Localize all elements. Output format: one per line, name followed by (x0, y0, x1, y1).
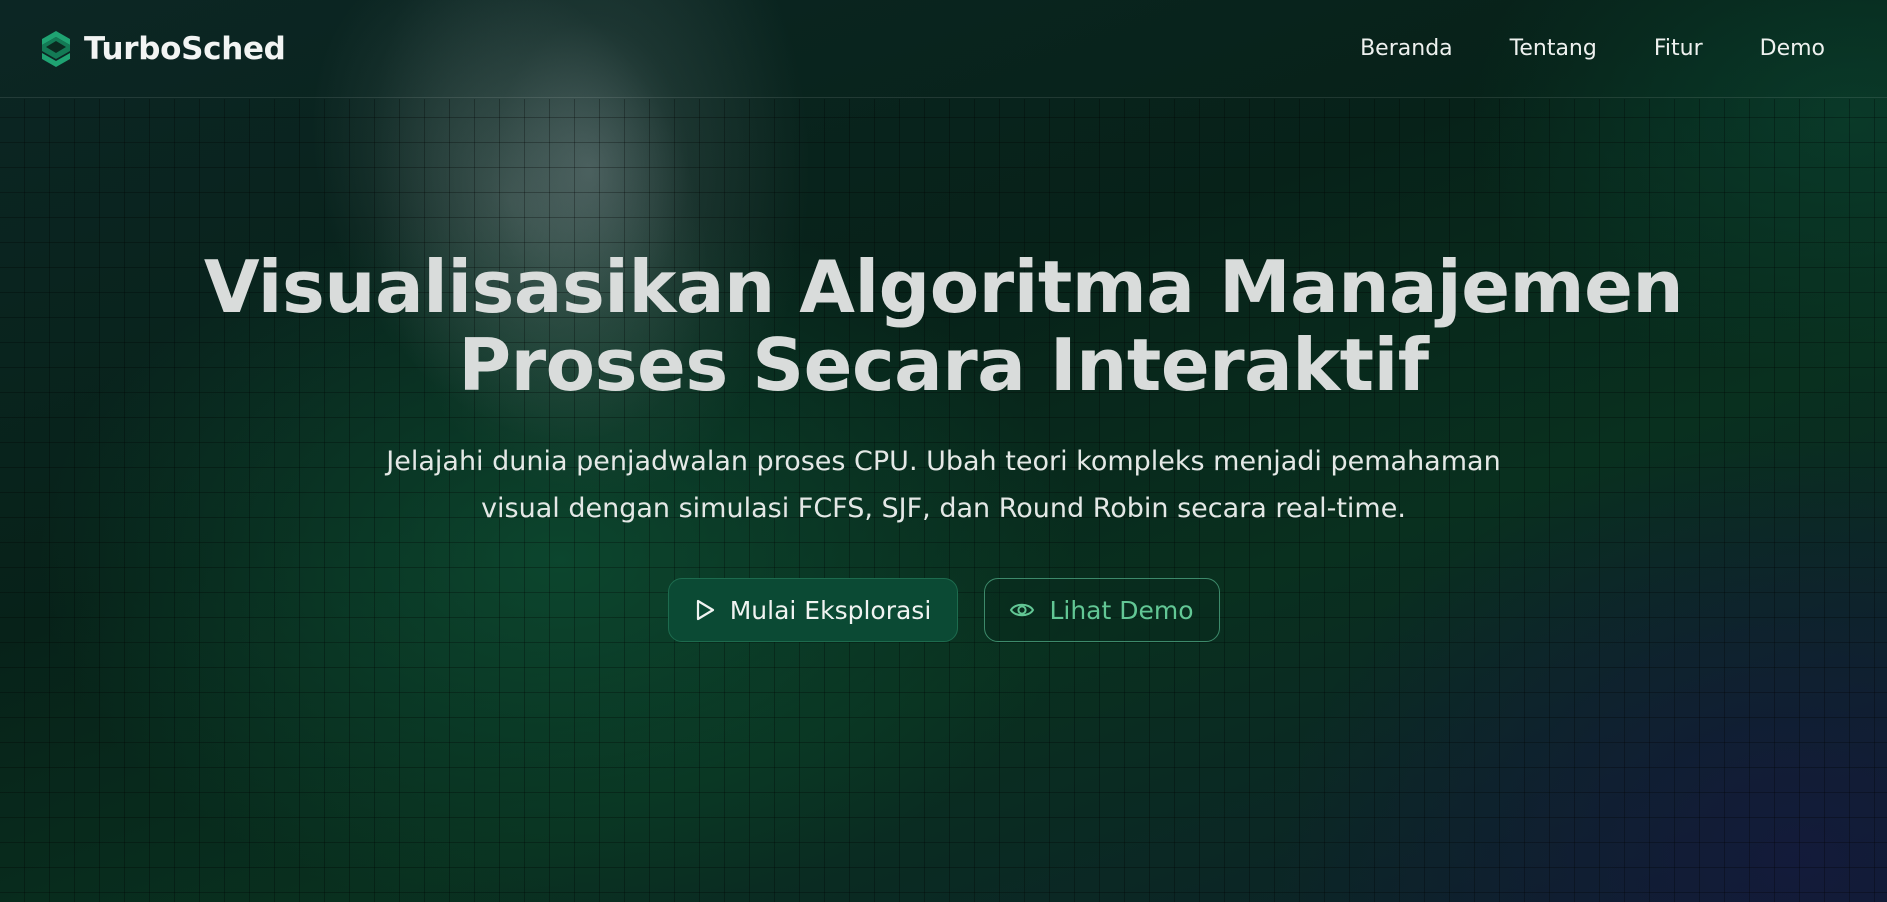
hero-title-line-2: Proses Secara Interaktif (458, 323, 1429, 407)
nav-item-fitur[interactable]: Fitur (1654, 36, 1703, 61)
brand-logo-link[interactable]: TurboSched (40, 30, 286, 68)
start-exploration-button[interactable]: Mulai Eksplorasi (667, 578, 958, 642)
hero-subtitle-line-1: Jelajahi dunia penjadwalan proses CPU. U… (386, 446, 1501, 477)
hero-title-line-1: Visualisasikan Algoritma Manajemen (203, 245, 1684, 329)
nav-item-tentang[interactable]: Tentang (1510, 36, 1597, 61)
play-icon (694, 598, 716, 622)
nav-item-beranda[interactable]: Beranda (1360, 36, 1453, 61)
top-navbar: TurboSched Beranda Tentang Fitur Demo (0, 0, 1887, 98)
brand-name: TurboSched (84, 30, 286, 67)
hero-actions: Mulai Eksplorasi Lihat Demo (0, 578, 1887, 642)
logo-icon (40, 30, 72, 68)
hero-section: Visualisasikan Algoritma Manajemen Prose… (0, 248, 1887, 642)
hero-subtitle-line-2: visual dengan simulasi FCFS, SJF, dan Ro… (481, 493, 1406, 524)
view-demo-button[interactable]: Lihat Demo (983, 578, 1220, 642)
main-nav: Beranda Tentang Fitur Demo (1360, 36, 1825, 61)
hero-title: Visualisasikan Algoritma Manajemen Prose… (0, 248, 1887, 404)
hero-subtitle: Jelajahi dunia penjadwalan proses CPU. U… (334, 438, 1554, 532)
start-exploration-label: Mulai Eksplorasi (729, 595, 932, 625)
eye-icon (1009, 600, 1035, 620)
nav-item-demo[interactable]: Demo (1760, 36, 1825, 61)
view-demo-label: Lihat Demo (1049, 595, 1194, 625)
